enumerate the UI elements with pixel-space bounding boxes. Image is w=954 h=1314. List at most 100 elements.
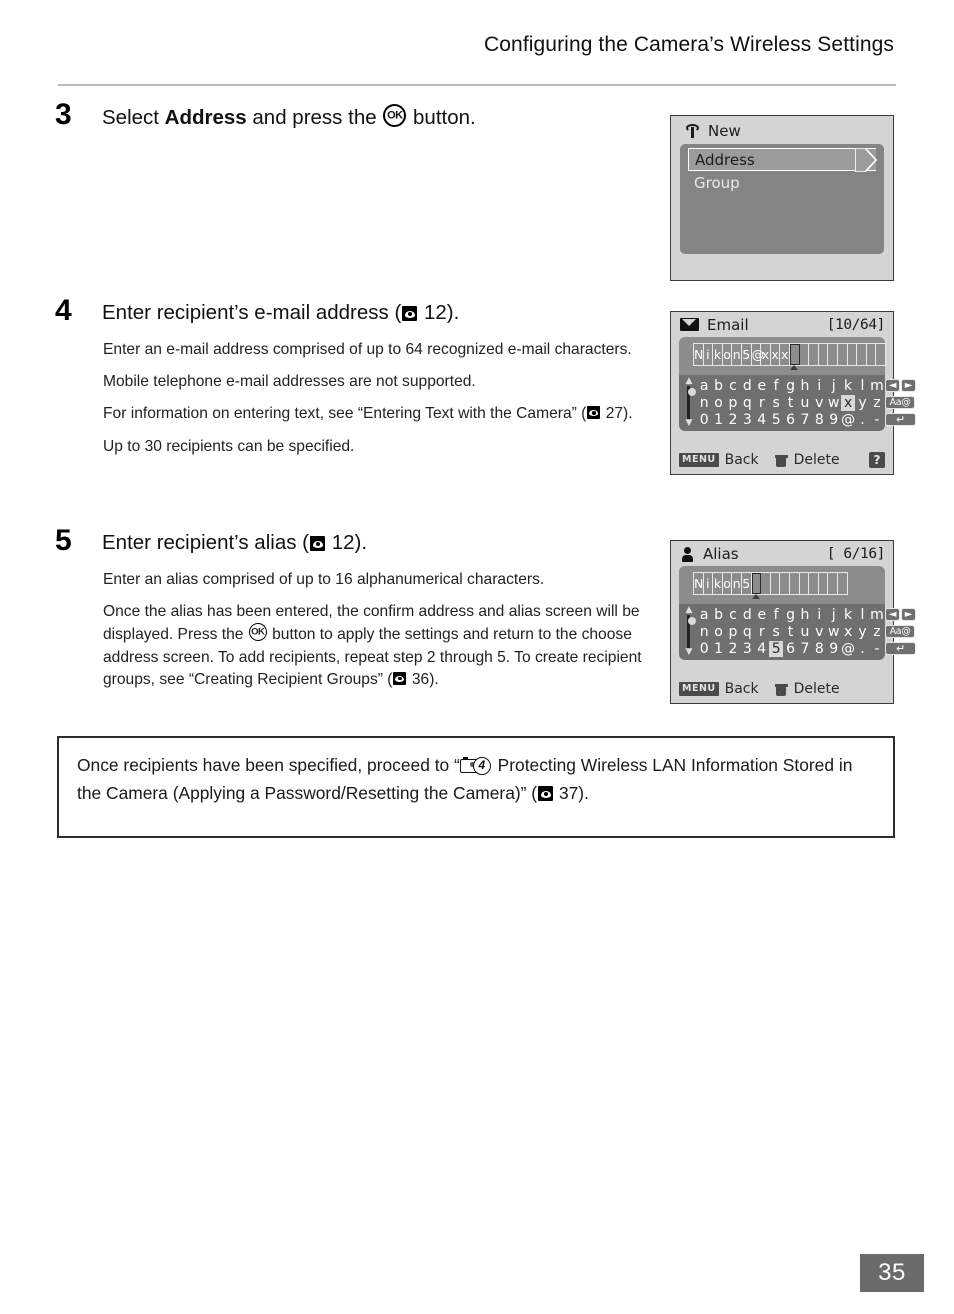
- keyboard-key[interactable]: -: [870, 641, 884, 657]
- enter-button[interactable]: ↵: [885, 642, 917, 655]
- keyboard-key[interactable]: v: [812, 624, 826, 640]
- arrow-left-button[interactable]: ◄: [885, 608, 901, 621]
- delete-label[interactable]: Delete: [794, 452, 840, 468]
- alias-keyboard-scrollbar[interactable]: ▲ ▼: [684, 606, 696, 657]
- keyboard-key[interactable]: s: [769, 624, 783, 640]
- keyboard-key[interactable]: p: [726, 624, 740, 640]
- back-label[interactable]: Back: [725, 681, 759, 697]
- keyboard-key[interactable]: u: [798, 624, 812, 640]
- keyboard-key[interactable]: b: [711, 378, 725, 394]
- keyboard-key[interactable]: g: [783, 607, 797, 623]
- keyboard-key[interactable]: j: [827, 607, 841, 623]
- keyboard-key[interactable]: 3: [740, 641, 754, 657]
- keyboard-key[interactable]: e: [755, 607, 769, 623]
- keyboard-key[interactable]: a: [697, 607, 711, 623]
- keyboard-key[interactable]: r: [755, 395, 769, 411]
- alias-text-field[interactable]: Nikon5: [693, 572, 848, 595]
- keyboard-key[interactable]: m: [870, 607, 884, 623]
- keyboard-key[interactable]: f: [769, 607, 783, 623]
- keyboard-key[interactable]: d: [740, 607, 754, 623]
- keyboard-key[interactable]: t: [783, 624, 797, 640]
- keyboard-key[interactable]: w: [827, 395, 841, 411]
- keyboard-key[interactable]: y: [855, 624, 869, 640]
- arrow-left-button[interactable]: ◄: [885, 379, 901, 392]
- keyboard-key[interactable]: z: [870, 395, 884, 411]
- keyboard-key[interactable]: c: [726, 607, 740, 623]
- keyboard-key[interactable]: l: [855, 378, 869, 394]
- scroll-knob[interactable]: [687, 388, 696, 396]
- enter-button[interactable]: ↵: [885, 413, 917, 426]
- keyboard-key[interactable]: i: [812, 607, 826, 623]
- keyboard-key[interactable]: 2: [726, 641, 740, 657]
- keyboard-key[interactable]: t: [783, 395, 797, 411]
- scroll-knob[interactable]: [687, 617, 696, 625]
- keyboard-key[interactable]: b: [711, 607, 725, 623]
- keyboard-key[interactable]: h: [798, 378, 812, 394]
- keyboard-key[interactable]: o: [711, 395, 725, 411]
- keyboard-key[interactable]: q: [740, 395, 754, 411]
- keyboard-key[interactable]: .: [855, 641, 869, 657]
- keyboard-key[interactable]: 9: [827, 412, 841, 428]
- keyboard-key-selected[interactable]: x: [840, 394, 856, 411]
- keyboard-key[interactable]: o: [711, 624, 725, 640]
- case-toggle-button[interactable]: Aa@: [885, 396, 916, 409]
- keyboard-key[interactable]: e: [755, 378, 769, 394]
- keyboard-key[interactable]: p: [726, 395, 740, 411]
- keyboard-key[interactable]: 1: [711, 641, 725, 657]
- keyboard-key[interactable]: k: [841, 378, 855, 394]
- keyboard-key[interactable]: 0: [697, 412, 711, 428]
- keyboard-key[interactable]: k: [841, 607, 855, 623]
- keyboard-key[interactable]: @: [841, 412, 855, 428]
- keyboard-key[interactable]: -: [870, 412, 884, 428]
- keyboard-key[interactable]: n: [697, 395, 711, 411]
- keyboard-key[interactable]: j: [827, 378, 841, 394]
- arrow-right-button[interactable]: ►: [901, 379, 917, 392]
- keyboard-key[interactable]: h: [798, 607, 812, 623]
- menu-button-badge[interactable]: MENU: [679, 453, 719, 467]
- keyboard-key[interactable]: 3: [740, 412, 754, 428]
- keyboard-key[interactable]: y: [855, 395, 869, 411]
- keyboard-key[interactable]: a: [697, 378, 711, 394]
- keyboard-key[interactable]: l: [855, 607, 869, 623]
- keyboard-key-selected[interactable]: 5: [768, 640, 784, 657]
- menu-item-group[interactable]: Group: [688, 172, 876, 195]
- case-toggle-button[interactable]: Aa@: [885, 625, 916, 638]
- keyboard-key[interactable]: .: [855, 412, 869, 428]
- keyboard-key[interactable]: 8: [812, 641, 826, 657]
- keyboard-key[interactable]: q: [740, 624, 754, 640]
- keyboard-key[interactable]: d: [740, 378, 754, 394]
- keyboard-key[interactable]: u: [798, 395, 812, 411]
- keyboard-key[interactable]: x: [841, 624, 855, 640]
- delete-label[interactable]: Delete: [794, 681, 840, 697]
- arrow-right-button[interactable]: ►: [901, 608, 917, 621]
- keyboard-key[interactable]: 6: [783, 641, 797, 657]
- keyboard-key[interactable]: 0: [697, 641, 711, 657]
- keyboard-key[interactable]: 7: [798, 412, 812, 428]
- keyboard-key[interactable]: 7: [798, 641, 812, 657]
- keyboard-key[interactable]: w: [827, 624, 841, 640]
- email-keyboard-scrollbar[interactable]: ▲ ▼: [684, 377, 696, 428]
- keyboard-key[interactable]: 6: [783, 412, 797, 428]
- menu-item-address[interactable]: Address: [688, 147, 877, 172]
- keyboard-key[interactable]: 2: [726, 412, 740, 428]
- keyboard-key[interactable]: n: [697, 624, 711, 640]
- keyboard-key[interactable]: z: [870, 624, 884, 640]
- email-text-field[interactable]: Ni k o n 5 @ x x x: [693, 343, 886, 366]
- help-button[interactable]: ?: [869, 452, 885, 468]
- keyboard-key[interactable]: 5: [769, 412, 783, 428]
- keyboard-key[interactable]: i: [812, 378, 826, 394]
- keyboard-key[interactable]: m: [870, 378, 884, 394]
- keyboard-key[interactable]: 8: [812, 412, 826, 428]
- keyboard-key[interactable]: f: [769, 378, 783, 394]
- keyboard-key[interactable]: @: [841, 641, 855, 657]
- back-label[interactable]: Back: [725, 452, 759, 468]
- keyboard-key[interactable]: 9: [827, 641, 841, 657]
- keyboard-key[interactable]: v: [812, 395, 826, 411]
- keyboard-key[interactable]: 4: [755, 412, 769, 428]
- keyboard-key[interactable]: r: [755, 624, 769, 640]
- keyboard-key[interactable]: s: [769, 395, 783, 411]
- keyboard-key[interactable]: g: [783, 378, 797, 394]
- keyboard-key[interactable]: 1: [711, 412, 725, 428]
- keyboard-key[interactable]: c: [726, 378, 740, 394]
- keyboard-key[interactable]: 4: [755, 641, 769, 657]
